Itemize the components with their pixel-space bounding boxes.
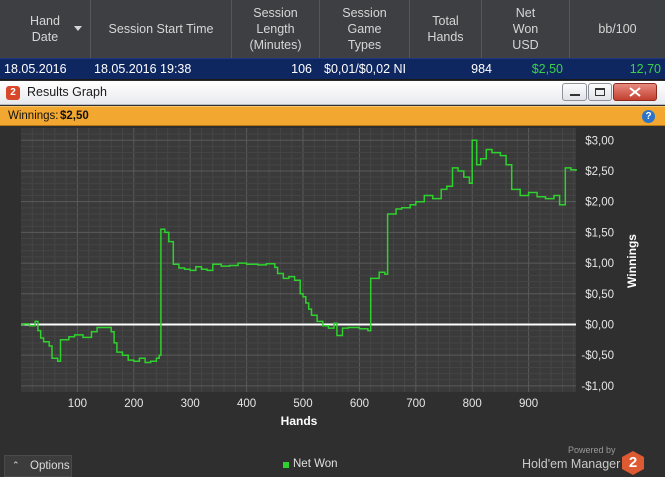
brand-logo-icon: 2: [622, 451, 644, 475]
maximize-icon: [595, 88, 605, 96]
column-session-length[interactable]: Session Length (Minutes): [232, 0, 320, 58]
column-session-start-time[interactable]: Session Start Time: [91, 0, 232, 58]
x-tick-label: 500: [293, 398, 312, 410]
x-tick-label: 600: [350, 398, 369, 410]
y-tick-label: $2,00: [585, 197, 614, 209]
cell-session-start-time: 18.05.2016 19:38: [94, 62, 192, 76]
y-tick-label: $2,50: [585, 166, 614, 178]
winnings-bar: Winnings: $2,50 ?: [0, 106, 665, 126]
column-hand-date-label: Hand Date: [30, 14, 60, 44]
results-table-header: Hand Date Session Start Time Session Len…: [0, 0, 665, 58]
x-axis-labels: 100 200 300 400 500 600 700 800 900: [68, 398, 538, 410]
y-axis-title: Winnings: [625, 234, 639, 288]
chevron-up-icon: ⌃: [12, 460, 20, 470]
window-title: Results Graph: [27, 85, 107, 99]
cell-total-hands: 984: [471, 62, 492, 76]
maximize-button[interactable]: [588, 83, 612, 101]
y-axis-labels: $3,00 $2,50 $2,00 $1,50 $1,00 $0,50 $0,00 -$0,5…: [581, 135, 614, 393]
y-tick-label: -$1,00: [581, 381, 614, 393]
minimize-icon: [570, 94, 580, 96]
y-tick-label: $0,00: [585, 319, 614, 331]
graph-footer: ⌃ Options Net Won Powered by Hold'em Man…: [0, 445, 665, 477]
plot-background: [21, 128, 576, 392]
x-tick-label: 700: [406, 398, 425, 410]
x-tick-label: 100: [68, 398, 87, 410]
x-tick-label: 300: [181, 398, 200, 410]
powered-by-text: Powered by: [568, 445, 616, 455]
close-icon: [629, 87, 641, 97]
column-total-hands-label: Total Hands: [427, 14, 464, 44]
options-label: Options: [30, 460, 70, 472]
results-graph-window: 2 Results Graph Winnings: $2,50 ? $3,00 $…: [0, 81, 665, 477]
app-logo-icon: 2: [6, 86, 20, 100]
close-button[interactable]: [613, 83, 657, 101]
column-net-won-label: Net Won USD: [512, 6, 539, 52]
table-row[interactable]: 18.05.2016 18.05.2016 19:38 106 $0,01/$0…: [0, 58, 665, 80]
cell-game-types: $0,01/$0,02 NI: [324, 62, 407, 76]
column-bb100-label: bb/100: [598, 22, 637, 36]
y-tick-label: -$0,50: [581, 350, 614, 362]
column-session-game-types[interactable]: Session Game Types: [320, 0, 410, 58]
legend-label-net-won: Net Won: [293, 458, 338, 470]
column-total-hands[interactable]: Total Hands: [410, 0, 482, 58]
legend-swatch: [283, 462, 289, 468]
x-tick-label: 400: [237, 398, 256, 410]
sort-desc-icon[interactable]: [74, 26, 82, 31]
column-net-won[interactable]: Net Won USD: [482, 0, 570, 58]
column-session-game-types-label: Session Game Types: [342, 6, 387, 52]
x-axis-title: Hands: [281, 414, 318, 428]
column-hand-date[interactable]: Hand Date: [0, 0, 91, 58]
results-chart: $3,00 $2,50 $2,00 $1,50 $1,00 $0,50 $0,00 -$0,5…: [21, 128, 639, 428]
cell-bb100: 12,70: [629, 62, 661, 76]
help-icon[interactable]: ?: [642, 110, 655, 123]
x-tick-label: 800: [463, 398, 482, 410]
y-tick-label: $3,00: [585, 135, 614, 147]
brand-name: Hold'em Manager: [522, 457, 621, 471]
cell-session-length: 106: [291, 62, 312, 76]
x-tick-label: 200: [124, 398, 143, 410]
cell-hand-date: 18.05.2016: [4, 62, 67, 76]
y-tick-label: $1,00: [585, 258, 614, 270]
column-bb100[interactable]: bb/100: [570, 0, 665, 58]
y-tick-label: $1,50: [585, 227, 614, 239]
column-session-length-label: Session Length (Minutes): [249, 6, 302, 52]
column-session-start-time-label: Session Start Time: [108, 22, 214, 36]
options-button[interactable]: ⌃ Options: [4, 455, 72, 477]
cell-net-won: $2,50: [531, 62, 563, 76]
minimize-button[interactable]: [562, 83, 587, 101]
y-tick-label: $0,50: [585, 289, 614, 301]
x-tick-label: 900: [519, 398, 538, 410]
winnings-value: $2,50: [60, 110, 89, 122]
winnings-label: Winnings:: [8, 110, 59, 122]
window-titlebar[interactable]: 2 Results Graph: [0, 81, 665, 105]
